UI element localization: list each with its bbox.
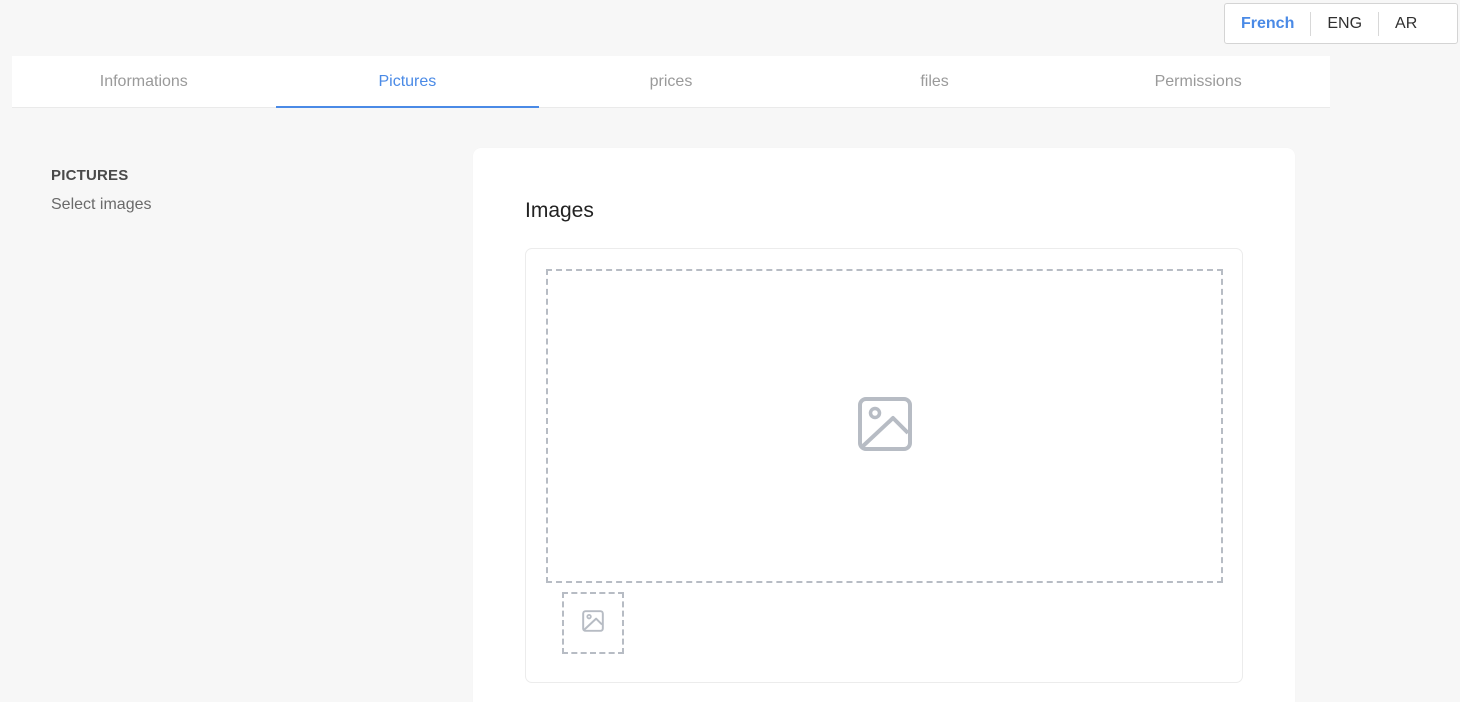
section-title: PICTURES [51,167,129,184]
image-dropzone[interactable] [546,269,1223,583]
image-placeholder-icon [857,396,913,457]
language-switcher: French ENG AR [1224,3,1458,44]
page: French ENG AR Informations Pictures pric… [0,0,1460,702]
language-option-french[interactable]: French [1225,4,1310,43]
image-upload-container [525,248,1243,683]
section-subtitle: Select images [51,196,152,213]
tab-prices[interactable]: prices [539,56,803,107]
images-card: Images [473,148,1295,702]
tab-pictures[interactable]: Pictures [275,56,540,108]
image-placeholder-icon [582,609,604,637]
tab-permissions[interactable]: Permissions [1066,56,1330,107]
language-option-eng[interactable]: ENG [1311,4,1378,43]
tab-files[interactable]: files [803,56,1067,107]
tab-bar: Informations Pictures prices files Permi… [12,56,1330,108]
tab-informations[interactable]: Informations [12,56,276,107]
image-thumbnail-slot[interactable] [562,592,624,654]
card-title: Images [525,199,594,222]
language-option-ar[interactable]: AR [1379,4,1433,43]
